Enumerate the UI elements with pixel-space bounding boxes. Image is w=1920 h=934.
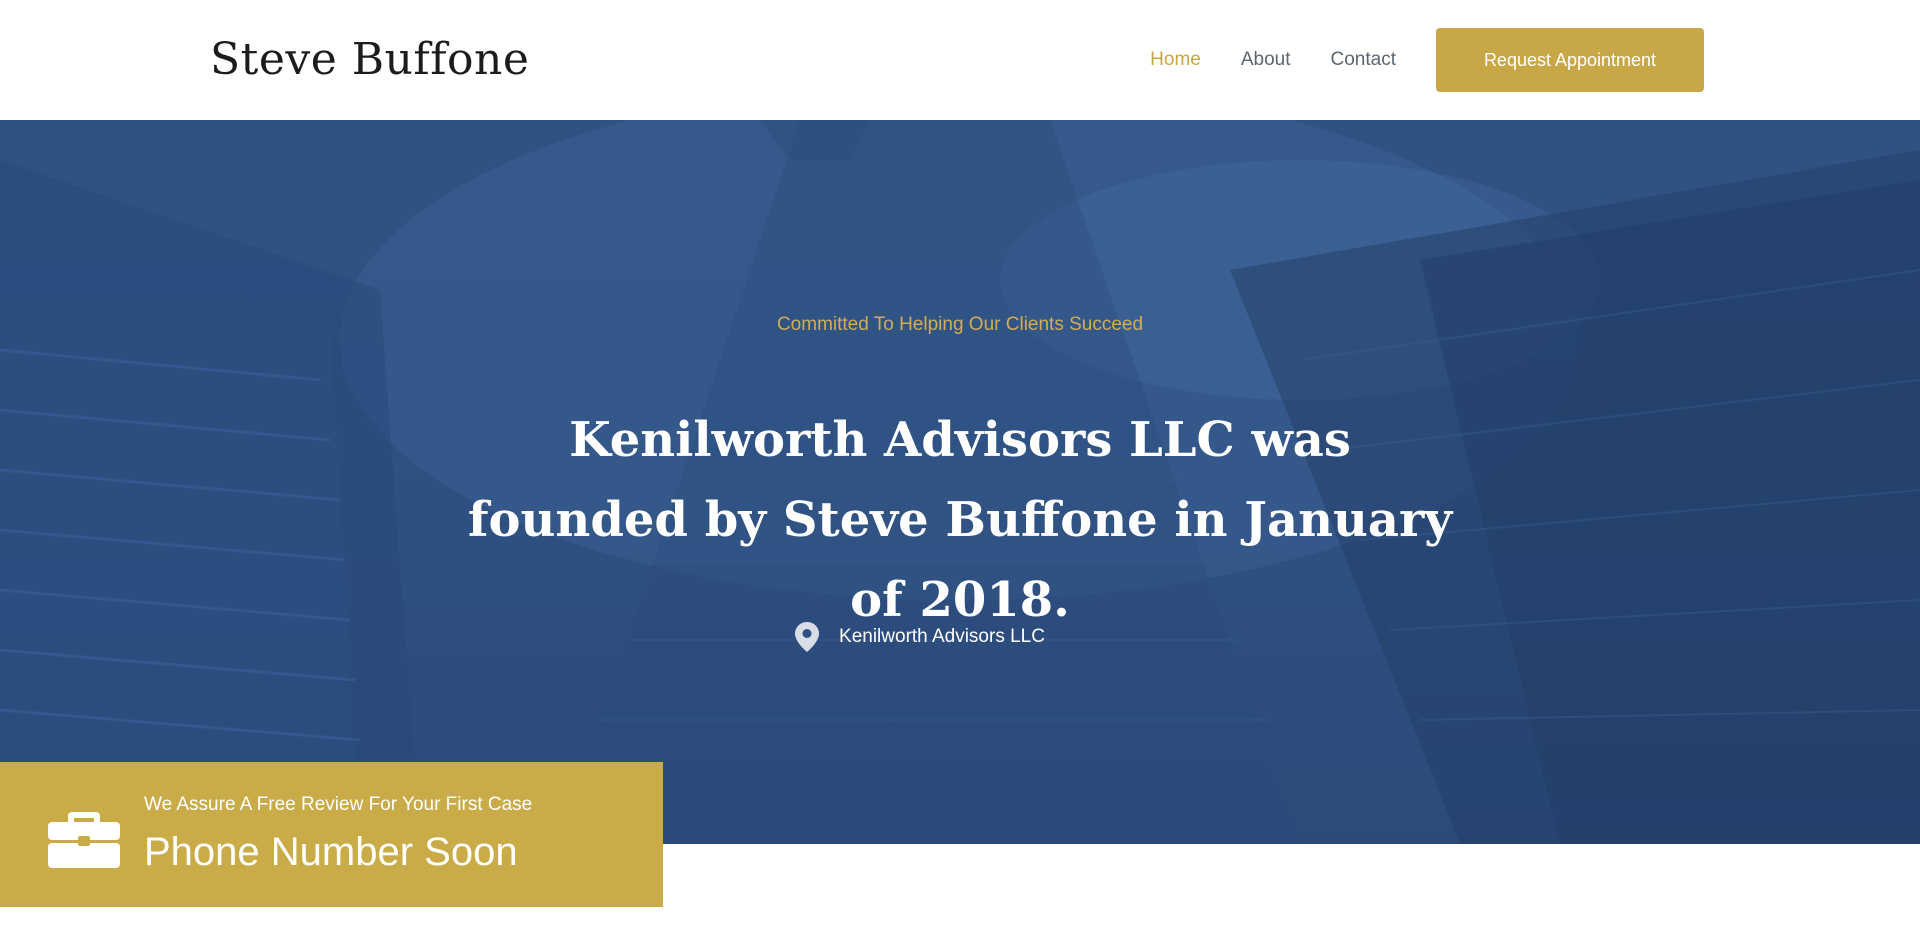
hero-location: Kenilworth Advisors LLC: [0, 622, 1880, 652]
hero-title: Kenilworth Advisors LLC was founded by S…: [467, 412, 1453, 628]
map-pin-icon: [795, 622, 820, 652]
promo-phone: Phone Number Soon: [144, 830, 518, 874]
nav-contact[interactable]: Contact: [1331, 49, 1396, 71]
hero-kicker: Committed To Helping Our Clients Succeed: [776, 314, 1144, 335]
promo-box: We Assure A Free Review For Your First C…: [0, 762, 663, 907]
hero-section: Committed To Helping Our Clients Succeed…: [0, 120, 1920, 844]
site-logo[interactable]: Steve Buffone: [210, 30, 529, 90]
location-label: Kenilworth Advisors LLC: [839, 626, 1045, 647]
briefcase-icon: [48, 812, 120, 868]
request-appointment-button[interactable]: Request Appointment: [1436, 28, 1704, 92]
nav-about[interactable]: About: [1241, 49, 1291, 71]
site-header: Steve Buffone Home About Contact Request…: [0, 0, 1920, 120]
nav-home[interactable]: Home: [1150, 49, 1201, 71]
main-nav: Home About Contact Request Appointment: [1150, 28, 1704, 92]
promo-subtitle: We Assure A Free Review For Your First C…: [144, 794, 533, 815]
